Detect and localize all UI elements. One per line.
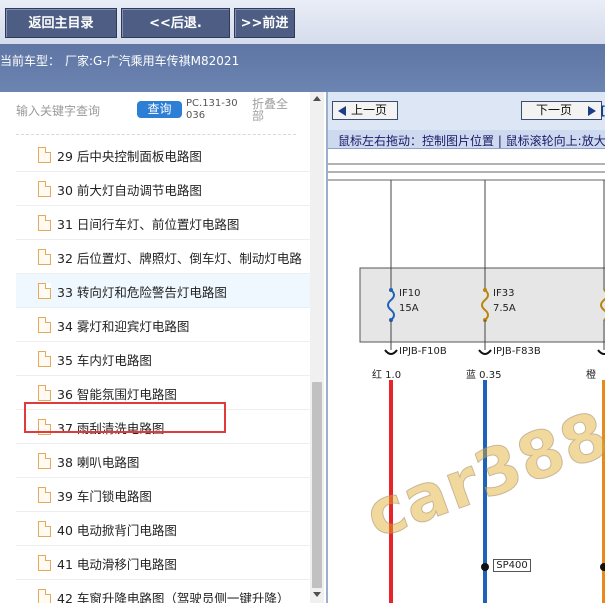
wire-label: 蓝 0.35	[466, 370, 502, 381]
home-button[interactable]: 返回主目录	[5, 8, 117, 38]
right-arrow-icon	[588, 106, 596, 116]
file-icon	[38, 351, 51, 367]
splice-node	[600, 563, 605, 571]
list-item[interactable]: 29 后中央控制面板电路图	[16, 138, 310, 172]
diagram-viewer: 上一页 下一页 [ 鼠标左右拖动：控制图片位置 | 鼠标滚轮向上:放大 IF10…	[326, 92, 605, 603]
file-icon	[38, 385, 51, 401]
scroll-thumb[interactable]	[312, 382, 322, 588]
search-row: 查询 PC.131-30036 折叠全部	[0, 92, 310, 134]
prev-page-button[interactable]: 上一页	[332, 101, 398, 120]
model-value: 厂家:G-广汽乘用车传祺M82021	[65, 54, 240, 68]
file-icon	[38, 147, 51, 163]
sidebar-scrollbar[interactable]	[310, 92, 324, 603]
list-item[interactable]: 39 车门锁电路图	[16, 478, 310, 512]
list-item-label: 36 智能氛围灯电路图	[57, 387, 177, 402]
file-icon	[38, 589, 51, 603]
viewer-toolbar: 上一页 下一页 [	[328, 92, 605, 130]
fuse-terminal	[389, 288, 393, 292]
fuse-rating: 15A	[399, 303, 419, 314]
list-item-label: 38 喇叭电路图	[57, 455, 140, 470]
list-item[interactable]: 42 车窗升降电路图（驾驶员侧一键升降）	[16, 580, 310, 603]
list-item[interactable]: 38 喇叭电路图	[16, 444, 310, 478]
wiring-diagram[interactable]: IF10 15A IF33 7.5A IPJB-F10B IPJB-F83B 红…	[328, 150, 605, 603]
splice-label: SP400	[493, 559, 531, 572]
splice-node	[481, 563, 489, 571]
search-input[interactable]	[16, 102, 132, 120]
list-item-label: 33 转向灯和危险警告灯电路图	[57, 285, 227, 300]
model-header: 当前车型： 厂家:G-广汽乘用车传祺M82021	[0, 44, 605, 92]
list-item-label: 29 后中央控制面板电路图	[57, 149, 202, 164]
file-icon	[38, 487, 51, 503]
list-item[interactable]: 33 转向灯和危险警告灯电路图	[16, 274, 310, 308]
next-page-label: 下一页	[536, 103, 573, 117]
file-icon	[38, 181, 51, 197]
list-item[interactable]: 30 前大灯自动调节电路图	[16, 172, 310, 206]
list-item-label: 39 车门锁电路图	[57, 489, 152, 504]
fuse-rating: 7.5A	[493, 303, 516, 314]
list-item-label: 34 雾灯和迎宾灯电路图	[57, 319, 190, 334]
list-item[interactable]: 34 雾灯和迎宾灯电路图	[16, 308, 310, 342]
next-page-button[interactable]: 下一页	[521, 101, 602, 120]
left-arrow-icon	[338, 106, 346, 116]
scroll-down-arrow-icon[interactable]	[313, 592, 321, 597]
wire-label: 红 1.0	[372, 370, 402, 381]
back-button[interactable]: <<后退.	[121, 8, 230, 38]
sidebar: 查询 PC.131-30036 折叠全部 29 后中央控制面板电路图 30 前大…	[0, 92, 326, 603]
connector-symbol-icon	[478, 349, 492, 355]
collapse-all-button[interactable]: 折叠全部	[252, 98, 294, 122]
connector-label: IPJB-F83B	[493, 346, 541, 357]
list-item[interactable]: 41 电动滑移门电路图	[16, 546, 310, 580]
hint-text: 鼠标左右拖动：控制图片位置 | 鼠标滚轮向上:放大	[338, 134, 605, 148]
list-item[interactable]: 32 后位置灯、牌照灯、倒车灯、制动灯电路	[16, 240, 310, 274]
fuse-name: IF10	[399, 288, 421, 299]
list-item-label: 37 雨刮清洗电路图	[57, 421, 165, 436]
list-item-label: 31 日间行车灯、前位置灯电路图	[57, 217, 240, 232]
connector-label: IPJB-F10B	[399, 346, 447, 357]
file-icon	[38, 317, 51, 333]
wire-label: 橙	[586, 370, 596, 381]
connector-symbol-icon	[597, 349, 605, 355]
file-icon	[38, 249, 51, 265]
top-toolbar: 返回主目录 <<后退. >>前进	[0, 0, 605, 44]
viewer-edge-glyph: [	[600, 104, 605, 118]
search-button[interactable]: 查询	[137, 101, 182, 118]
fuse-name: IF33	[493, 288, 515, 299]
hint-bar: 鼠标左右拖动：控制图片位置 | 鼠标滚轮向上:放大	[328, 130, 605, 149]
list-item-label: 35 车内灯电路图	[57, 353, 152, 368]
file-icon	[38, 521, 51, 537]
list-item[interactable]: 36 智能氛围灯电路图	[16, 376, 310, 410]
file-icon	[38, 419, 51, 435]
connector-symbol-icon	[384, 349, 398, 355]
list-item[interactable]: 40 电动掀背门电路图	[16, 512, 310, 546]
list-item-label: 40 电动掀背门电路图	[57, 523, 177, 538]
list-item[interactable]: 35 车内灯电路图	[16, 342, 310, 376]
divider	[16, 134, 296, 135]
scroll-up-arrow-icon[interactable]	[313, 96, 321, 101]
diagram-list: 29 后中央控制面板电路图 30 前大灯自动调节电路图 31 日间行车灯、前位置…	[16, 138, 310, 603]
file-icon	[38, 283, 51, 299]
file-icon	[38, 453, 51, 469]
fuse-terminal	[483, 288, 487, 292]
list-item-label: 32 后位置灯、牌照灯、倒车灯、制动灯电路	[57, 251, 302, 266]
list-item-label: 30 前大灯自动调节电路图	[57, 183, 202, 198]
file-icon	[38, 555, 51, 571]
file-icon	[38, 215, 51, 231]
forward-button[interactable]: >>前进	[234, 8, 295, 38]
model-label: 当前车型：	[0, 54, 61, 68]
list-item-label: 42 车窗升降电路图（驾驶员侧一键升降）	[57, 591, 290, 603]
list-item-label: 41 电动滑移门电路图	[57, 557, 177, 572]
list-item[interactable]: 37 雨刮清洗电路图	[16, 410, 310, 444]
list-item[interactable]: 31 日间行车灯、前位置灯电路图	[16, 206, 310, 240]
prev-page-label: 上一页	[351, 103, 388, 117]
doc-code: PC.131-30036	[186, 98, 238, 121]
